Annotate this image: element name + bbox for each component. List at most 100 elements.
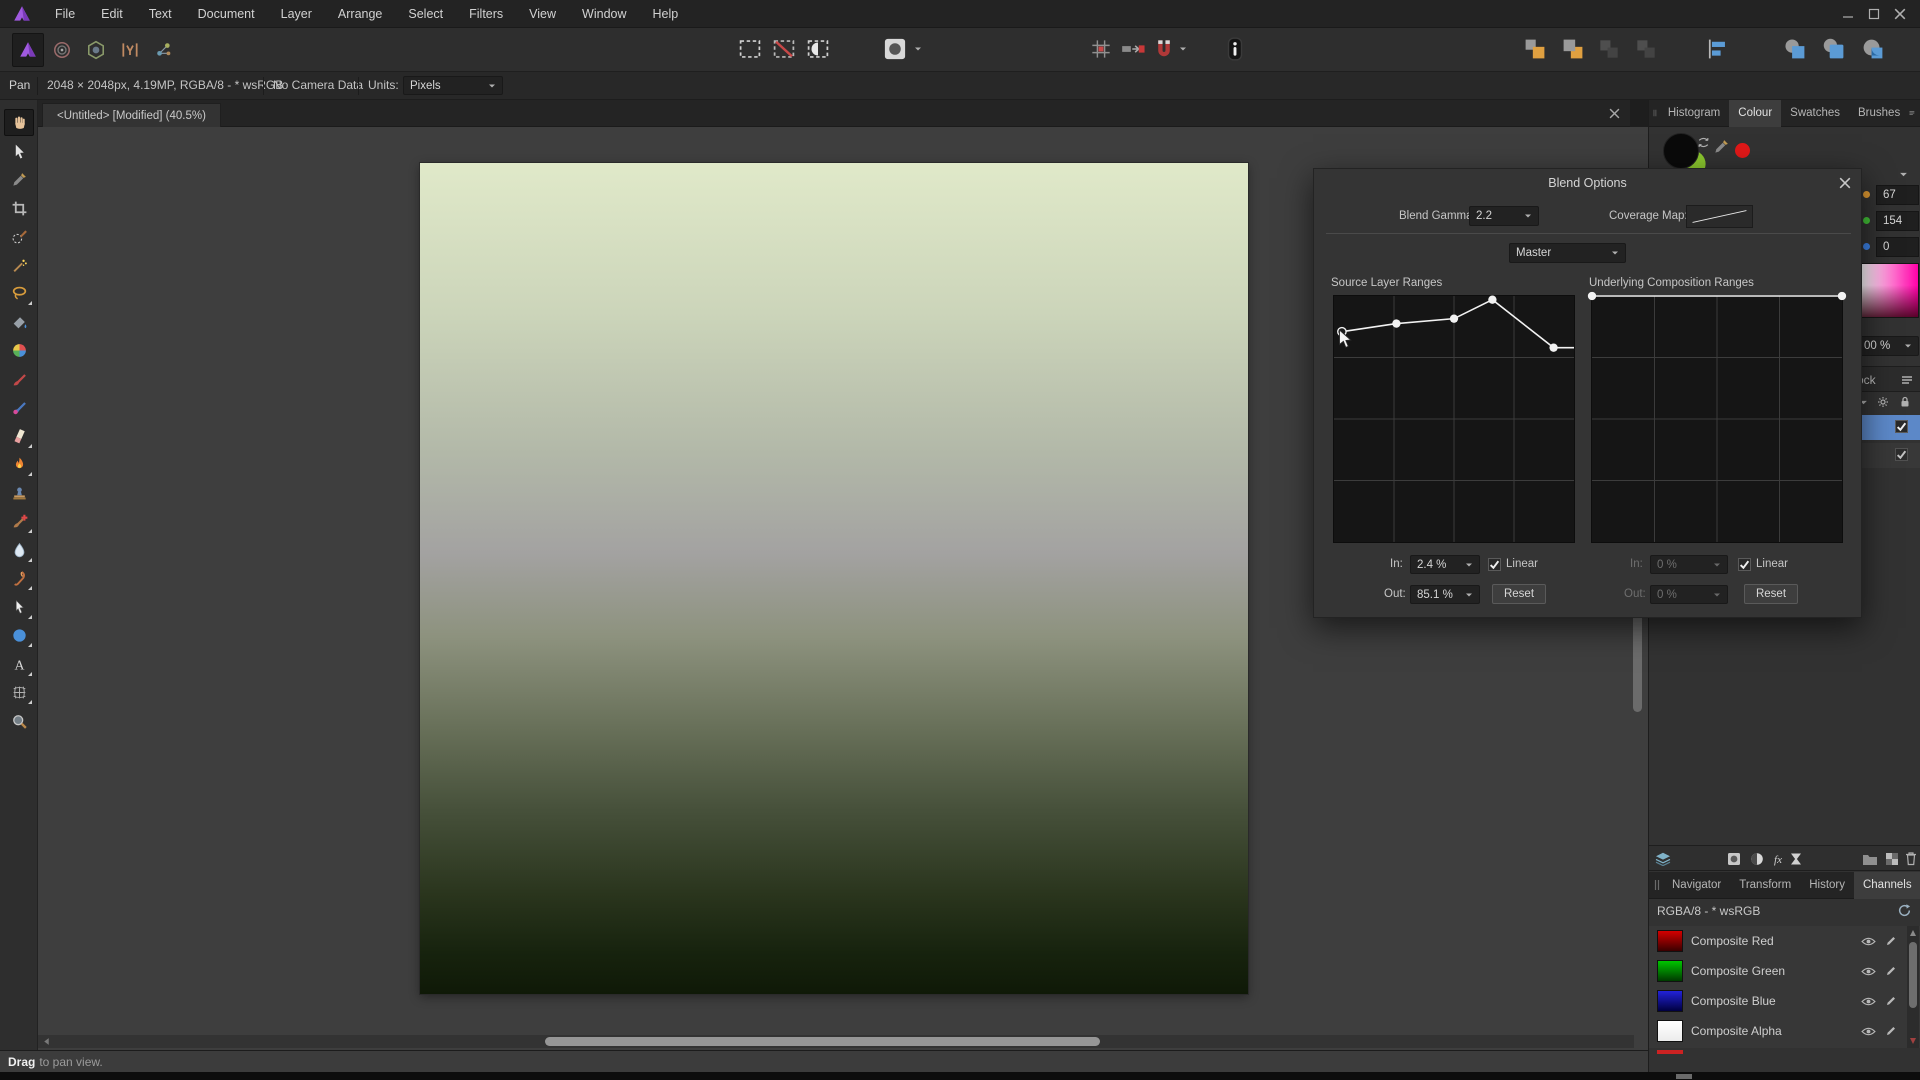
underlying-linear-checkbox[interactable] xyxy=(1738,558,1751,571)
dialog-close-icon[interactable] xyxy=(1839,177,1851,189)
marquee-add-icon[interactable] xyxy=(737,36,763,62)
tab-transform[interactable]: Transform xyxy=(1730,872,1800,899)
snapping-grid-icon[interactable] xyxy=(1088,36,1114,62)
slider-value-field[interactable]: 154 xyxy=(1876,211,1919,231)
colour-replacement-brush-tool[interactable] xyxy=(4,394,34,421)
quick-mask-caret-icon[interactable] xyxy=(914,45,922,53)
tone-mapping-persona-button[interactable] xyxy=(114,33,146,67)
boolean-subtract-icon[interactable] xyxy=(1821,36,1847,62)
boolean-add-icon[interactable] xyxy=(1782,36,1808,62)
develop-persona-button[interactable] xyxy=(80,33,112,67)
channel-row[interactable]: Composite Alpha xyxy=(1649,1016,1907,1046)
quick-mask-icon[interactable] xyxy=(882,36,908,62)
gear-icon[interactable] xyxy=(1877,396,1889,408)
pencil-icon[interactable] xyxy=(1885,995,1897,1007)
view-tool[interactable] xyxy=(4,109,34,136)
ellipse-tool[interactable] xyxy=(4,622,34,649)
swap-colours-icon[interactable] xyxy=(1697,136,1710,149)
scroll-left-icon[interactable] xyxy=(42,1037,51,1046)
source-ranges-graph[interactable] xyxy=(1333,295,1575,543)
colour-picker-icon[interactable] xyxy=(1713,138,1730,155)
zoom-tool[interactable] xyxy=(4,708,34,735)
delete-layer-icon[interactable] xyxy=(1905,851,1917,866)
colour-spectrum-box[interactable] xyxy=(1861,263,1919,318)
pencil-icon[interactable] xyxy=(1885,1025,1897,1037)
colour-model-caret-icon[interactable] xyxy=(1899,170,1908,179)
picked-colour-dot[interactable] xyxy=(1735,143,1750,158)
tab-brushes[interactable]: Brushes xyxy=(1849,100,1909,127)
layer-visibility-checkbox[interactable] xyxy=(1895,448,1908,461)
layer-effects-icon[interactable]: fx xyxy=(1770,852,1786,866)
crop-tool[interactable] xyxy=(4,195,34,222)
slider-value-field[interactable]: 67 xyxy=(1876,185,1919,205)
minimize-icon[interactable] xyxy=(1842,8,1854,20)
menu-arrange[interactable]: Arrange xyxy=(325,0,395,28)
maximize-icon[interactable] xyxy=(1868,8,1880,20)
close-icon[interactable] xyxy=(1894,8,1906,20)
layer-visibility-checkbox[interactable] xyxy=(1895,420,1908,433)
mask-layer-icon[interactable] xyxy=(1727,852,1741,866)
tab-swatches[interactable]: Swatches xyxy=(1781,100,1849,127)
channel-row[interactable]: Composite Green xyxy=(1649,956,1907,986)
reset-channels-icon[interactable] xyxy=(1897,903,1912,918)
boolean-intersect-icon[interactable] xyxy=(1860,36,1886,62)
menu-edit[interactable]: Edit xyxy=(88,0,136,28)
erase-brush-tool[interactable] xyxy=(4,423,34,450)
coverage-map-thumbnail[interactable] xyxy=(1686,205,1753,228)
node-tool[interactable] xyxy=(4,594,34,621)
channel-row[interactable]: Composite Red xyxy=(1649,926,1907,956)
arrange-back-icon[interactable] xyxy=(1560,36,1586,62)
source-in-select[interactable]: 2.4 % xyxy=(1410,555,1480,574)
snapping-caret-icon[interactable] xyxy=(1179,45,1187,53)
channels-scrollbar-thumb[interactable] xyxy=(1909,942,1917,1008)
document-tab[interactable]: <Untitled> [Modified] (40.5%) xyxy=(42,103,221,127)
flood-select-tool[interactable] xyxy=(4,252,34,279)
menu-file[interactable]: File xyxy=(42,0,88,28)
eye-icon[interactable] xyxy=(1861,936,1876,947)
view-close-icon[interactable] xyxy=(1609,108,1620,119)
mesh-warp-tool[interactable] xyxy=(4,679,34,706)
units-select[interactable]: Pixels xyxy=(403,76,503,95)
snapping-magnet-icon[interactable] xyxy=(1151,36,1177,62)
foreground-colour-swatch[interactable] xyxy=(1663,133,1699,169)
source-linear-checkbox[interactable] xyxy=(1488,558,1501,571)
eye-icon[interactable] xyxy=(1861,996,1876,1007)
pencil-icon[interactable] xyxy=(1885,935,1897,947)
slider-value-field[interactable]: 0 xyxy=(1876,237,1919,257)
curve-node[interactable] xyxy=(1337,326,1347,337)
layers-icon[interactable] xyxy=(1655,852,1671,866)
smudge-brush-tool[interactable] xyxy=(4,565,34,592)
burn-brush-tool[interactable] xyxy=(4,451,34,478)
clone-brush-tool[interactable] xyxy=(4,480,34,507)
horizontal-scrollbar[interactable] xyxy=(38,1035,1634,1048)
menu-select[interactable]: Select xyxy=(395,0,456,28)
healing-brush-tool[interactable] xyxy=(4,508,34,535)
curve-node[interactable] xyxy=(1837,291,1847,301)
freehand-selection-tool[interactable] xyxy=(4,280,34,307)
eye-icon[interactable] xyxy=(1861,1026,1876,1037)
blend-gamma-select[interactable]: 2.2 xyxy=(1469,206,1539,226)
tab-channels[interactable]: Channels xyxy=(1853,871,1920,899)
gradient-tool[interactable] xyxy=(4,337,34,364)
tab-colour[interactable]: Colour xyxy=(1729,99,1782,127)
pencil-icon[interactable] xyxy=(1885,965,1897,977)
text-tool[interactable]: A xyxy=(4,651,34,678)
export-persona-button[interactable] xyxy=(148,33,180,67)
tab-history[interactable]: History xyxy=(1800,872,1854,899)
panel-grip-icon[interactable] xyxy=(1653,107,1657,119)
live-filter-icon[interactable] xyxy=(1789,852,1803,866)
menu-help[interactable]: Help xyxy=(640,0,692,28)
vertical-scrollbar[interactable] xyxy=(1633,612,1642,712)
arrange-forward-icon[interactable] xyxy=(1522,36,1548,62)
tab-navigator[interactable]: Navigator xyxy=(1663,872,1730,899)
colour-picker-tool[interactable] xyxy=(4,166,34,193)
marquee-intersect-icon[interactable] xyxy=(805,36,831,62)
channel-select[interactable]: Master xyxy=(1509,243,1626,263)
curve-node[interactable] xyxy=(1488,295,1497,304)
channels-scrollbar[interactable] xyxy=(1907,926,1919,1048)
menu-filters[interactable]: Filters xyxy=(456,0,516,28)
lock-icon[interactable] xyxy=(1899,396,1911,408)
curve-node[interactable] xyxy=(1449,314,1459,323)
channel-row[interactable]: Composite Blue xyxy=(1649,986,1907,1016)
scroll-up-icon[interactable] xyxy=(1910,930,1916,936)
